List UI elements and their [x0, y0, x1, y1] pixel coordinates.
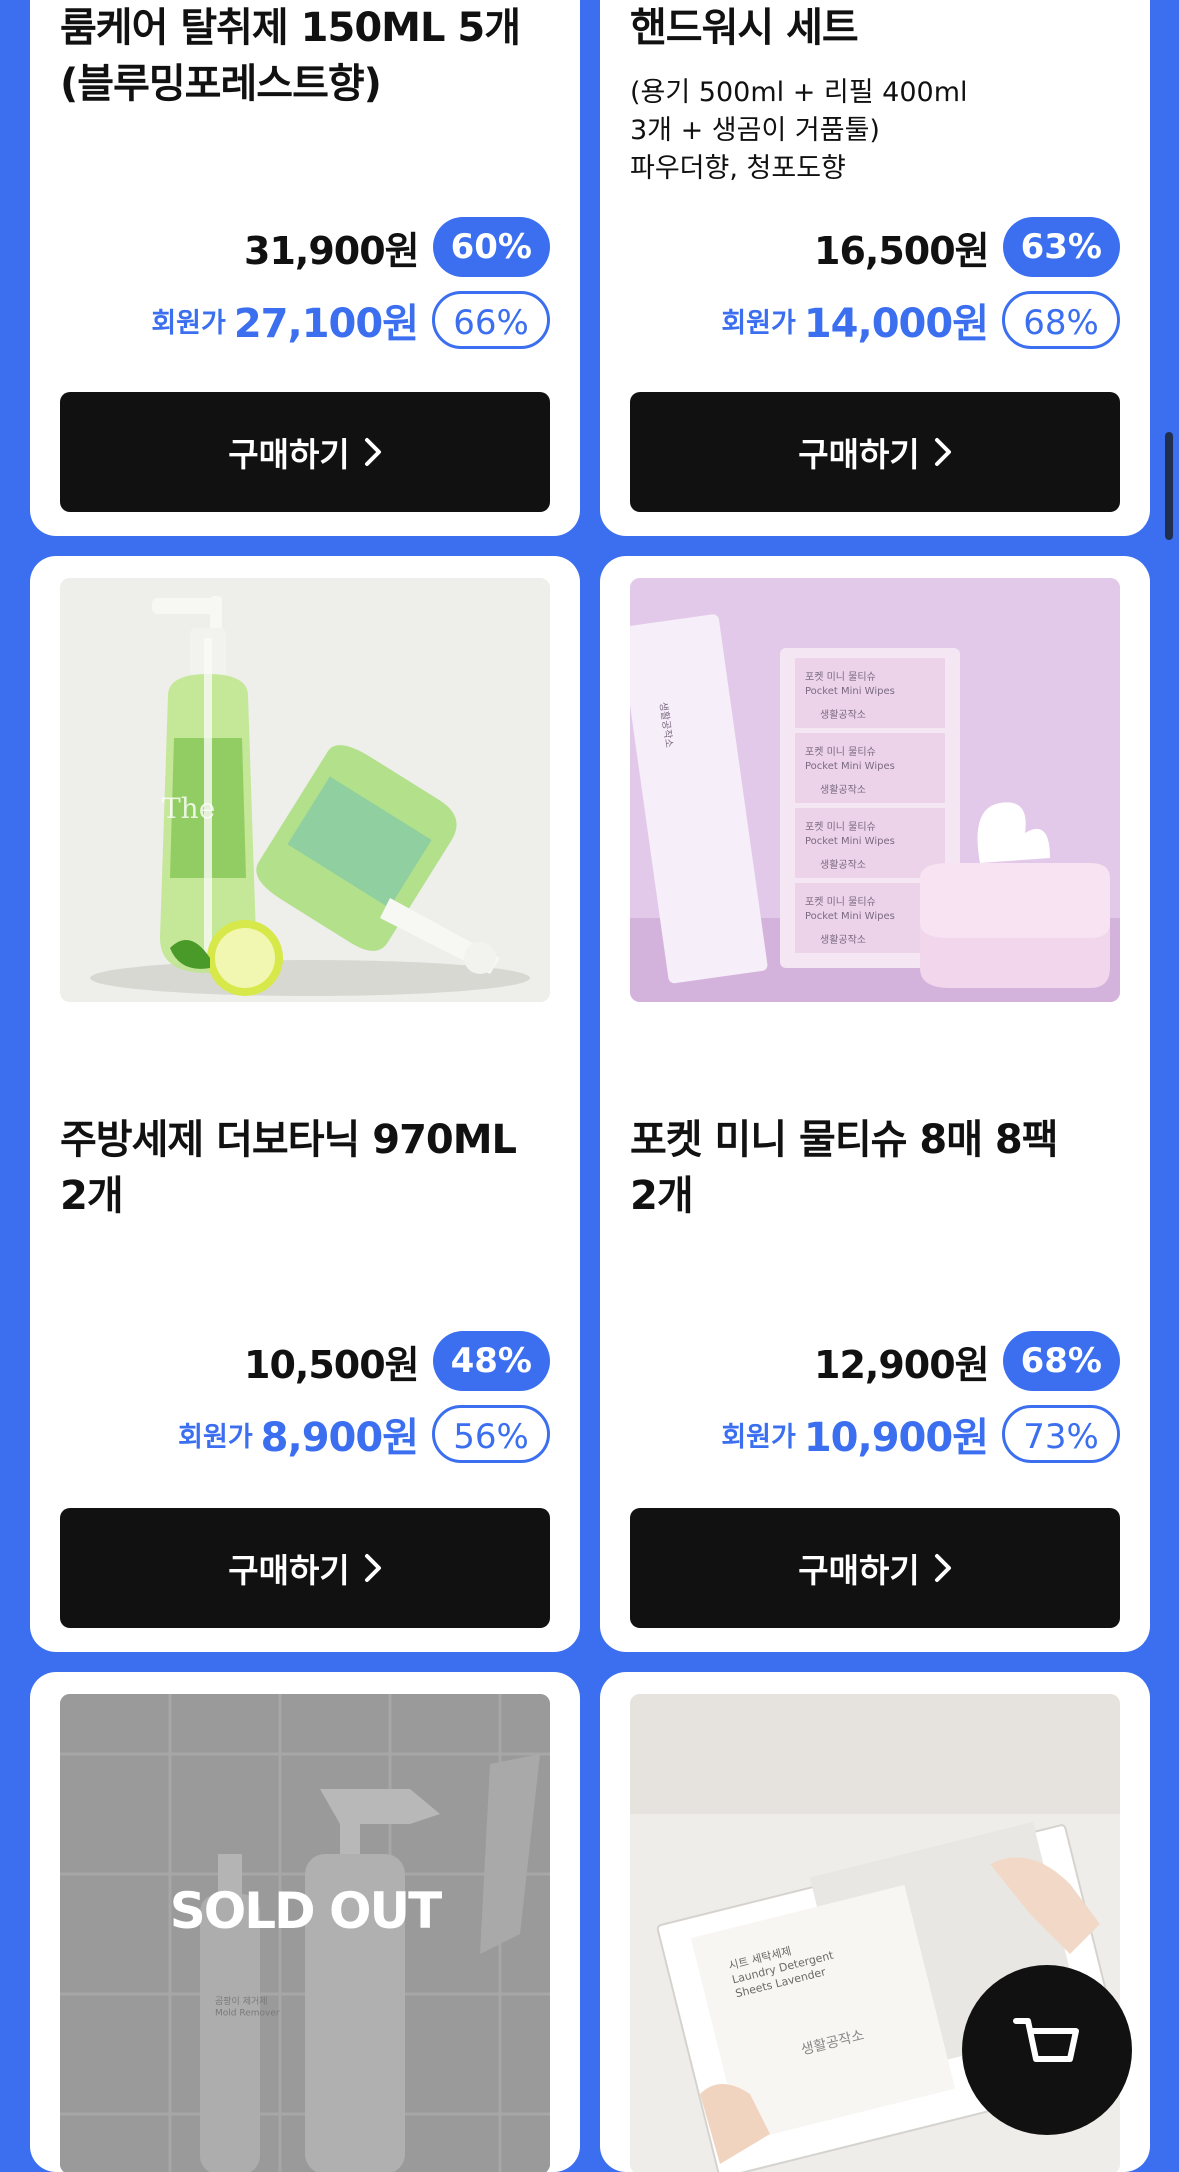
product-title: 룸케어 탈취제 150ML 5개 (블루밍포레스트향)	[60, 5, 521, 107]
buy-button[interactable]: 구매하기	[60, 392, 550, 512]
member-discount-badge: 68%	[1002, 291, 1120, 349]
wipes-image: 생활공작소 포켓 미니 물티슈 Pocket Mini Wipes 생활공작소 …	[630, 578, 1120, 1002]
cart-button[interactable]	[962, 1965, 1132, 2135]
chevron-right-icon	[934, 438, 951, 466]
product-price: 12,900원	[814, 1342, 990, 1387]
product-image[interactable]: 생활공작소 포켓 미니 물티슈 Pocket Mini Wipes 생활공작소 …	[630, 578, 1120, 1002]
svg-text:Pocket Mini Wipes: Pocket Mini Wipes	[805, 686, 895, 697]
product-title: 핸드워시 세트	[630, 5, 859, 51]
discount-badge: 60%	[432, 217, 550, 277]
price-row: 10,500원 48%	[244, 1331, 550, 1391]
member-discount-badge: 66%	[432, 291, 550, 349]
price-row: 31,900원 60%	[244, 217, 550, 277]
product-price: 31,900원	[244, 228, 420, 273]
product-price: 10,500원	[244, 1342, 420, 1387]
member-discount-badge: 73%	[1002, 1405, 1120, 1463]
product-price: 16,500원	[814, 228, 990, 273]
buy-button[interactable]: 구매하기	[60, 1508, 550, 1628]
price-row: 12,900원 68%	[814, 1331, 1120, 1391]
product-card[interactable]: The 주방세제 더보타닉 970ML 2개 10,500원 48% 회원가 8…	[30, 556, 580, 1652]
member-price: 14,000원	[803, 301, 989, 347]
sold-out-label: SOLD OUT	[169, 1882, 443, 1940]
svg-text:생활공작소: 생활공작소	[820, 933, 866, 946]
buy-button-label: 구매하기	[228, 435, 350, 474]
member-label: 회원가	[151, 307, 226, 339]
discount-badge: 63%	[1002, 217, 1120, 277]
buy-button[interactable]: 구매하기	[630, 392, 1120, 512]
svg-text:포켓 미니 물티슈: 포켓 미니 물티슈	[805, 821, 876, 833]
product-title: 주방세제 더보타닉 970ML 2개	[60, 1117, 517, 1219]
chevron-right-icon	[364, 1554, 381, 1582]
member-price-row: 회원가 8,900원 56%	[178, 1405, 550, 1463]
svg-text:포켓 미니 물티슈: 포켓 미니 물티슈	[805, 746, 876, 758]
svg-text:포켓 미니 물티슈: 포켓 미니 물티슈	[805, 671, 876, 683]
svg-text:생활공작소: 생활공작소	[820, 858, 866, 871]
buy-button[interactable]: 구매하기	[630, 1508, 1120, 1628]
svg-text:생활공작소: 생활공작소	[820, 708, 866, 721]
svg-text:포켓 미니 물티슈: 포켓 미니 물티슈	[805, 896, 876, 908]
member-price: 27,100원	[233, 301, 419, 347]
buy-button-label: 구매하기	[228, 1551, 350, 1590]
product-card[interactable]: 곰팡이 제거제 Mold Remover SOLD OUT	[30, 1672, 580, 2172]
product-card[interactable]: 생활공작소 포켓 미니 물티슈 Pocket Mini Wipes 생활공작소 …	[600, 556, 1150, 1652]
cart-icon	[1013, 2018, 1079, 2062]
product-card[interactable]: 핸드워시 세트 (용기 500ml + 리필 400ml 3개 + 생곰이 거품…	[600, 0, 1150, 536]
svg-text:생활공작소: 생활공작소	[820, 783, 866, 796]
buy-button-label: 구매하기	[798, 1551, 920, 1590]
product-image[interactable]: The	[60, 578, 550, 1002]
member-price-row: 회원가 10,900원 73%	[721, 1405, 1120, 1463]
member-price: 10,900원	[803, 1415, 989, 1461]
member-price-row: 회원가 14,000원 68%	[721, 291, 1120, 349]
chevron-right-icon	[364, 438, 381, 466]
chevron-right-icon	[934, 1554, 951, 1582]
discount-badge: 48%	[432, 1331, 550, 1391]
price-row: 16,500원 63%	[814, 217, 1120, 277]
discount-badge: 68%	[1002, 1331, 1120, 1391]
product-image[interactable]: 곰팡이 제거제 Mold Remover SOLD OUT	[60, 1694, 550, 2172]
dish-soap-image: The	[60, 578, 550, 1002]
scrollbar[interactable]	[1165, 432, 1173, 540]
svg-text:The: The	[162, 792, 215, 825]
product-card[interactable]: 룸케어 탈취제 150ML 5개 (블루밍포레스트향) 31,900원 60% …	[30, 0, 580, 536]
member-label: 회원가	[721, 1421, 796, 1453]
product-title: 포켓 미니 물티슈 8매 8팩 2개	[630, 1117, 1059, 1219]
member-label: 회원가	[721, 307, 796, 339]
svg-text:Pocket Mini Wipes: Pocket Mini Wipes	[805, 761, 895, 772]
product-subtitle: (용기 500ml + 리필 400ml 3개 + 생곰이 거품툴) 파우더향,…	[630, 77, 968, 184]
member-discount-badge: 56%	[432, 1405, 550, 1463]
member-price: 8,900원	[260, 1415, 419, 1461]
svg-text:Pocket Mini Wipes: Pocket Mini Wipes	[805, 911, 895, 922]
member-price-row: 회원가 27,100원 66%	[151, 291, 550, 349]
buy-button-label: 구매하기	[798, 435, 920, 474]
svg-text:Pocket Mini Wipes: Pocket Mini Wipes	[805, 836, 895, 847]
member-label: 회원가	[178, 1421, 253, 1453]
